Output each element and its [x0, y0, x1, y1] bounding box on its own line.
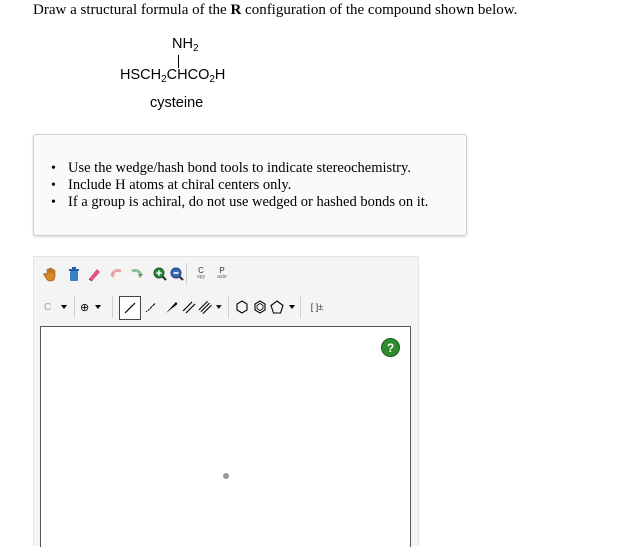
bracket-icon[interactable]: [ ]±	[306, 298, 328, 316]
double-bond-icon[interactable]	[180, 298, 198, 316]
eraser-icon[interactable]	[85, 265, 103, 283]
toolbar-divider	[300, 296, 301, 318]
charge-plus-icon[interactable]: ⊕	[80, 298, 108, 316]
cyclohexane-icon[interactable]	[251, 298, 269, 316]
toolbar-divider	[186, 263, 187, 285]
pentagon-icon[interactable]	[269, 298, 297, 316]
compound-name: cysteine	[150, 95, 204, 111]
canvas-point	[223, 473, 229, 479]
toolbar-divider	[228, 296, 229, 318]
atom-select[interactable]: C	[40, 298, 70, 316]
copy-icon[interactable]: C opy	[192, 265, 210, 283]
instruction-item: Include H atoms at chiral centers only.	[51, 177, 428, 194]
toolbar-divider	[112, 296, 113, 318]
zoom-in-icon[interactable]	[151, 265, 169, 283]
benzene-icon[interactable]	[233, 298, 251, 316]
hash-bond-icon[interactable]	[142, 298, 160, 316]
main-formula: HSCH2CHCO2H	[120, 67, 226, 85]
erase-icon[interactable]	[65, 265, 83, 283]
triple-bond-icon[interactable]	[198, 298, 224, 316]
compound-formula: NH2 HSCH2CHCO2H cysteine	[100, 34, 260, 124]
hand-icon[interactable]	[42, 265, 60, 283]
paste-icon[interactable]: P aste	[213, 265, 231, 283]
wedge-bond-icon[interactable]	[162, 298, 180, 316]
toolbar-divider	[74, 296, 75, 318]
drawing-canvas[interactable]: ?	[40, 326, 411, 547]
zoom-out-icon[interactable]	[168, 265, 186, 283]
single-bond-icon[interactable]	[119, 296, 141, 320]
instruction-item: If a group is achiral, do not use wedged…	[51, 194, 428, 211]
chevron-down-icon	[95, 305, 102, 309]
toolbar-row-2: C ⊕ []±	[34, 296, 418, 324]
toolbar-row-1: C opy P aste	[34, 263, 418, 291]
redo-icon[interactable]	[127, 265, 145, 283]
undo-icon[interactable]	[108, 265, 126, 283]
chevron-down-icon	[216, 305, 223, 309]
amino-group: NH2	[172, 36, 199, 54]
chevron-down-icon	[289, 305, 295, 309]
instruction-item: Use the wedge/hash bond tools to indicat…	[51, 160, 428, 177]
instructions-box: Use the wedge/hash bond tools to indicat…	[33, 134, 467, 236]
question-prefix: Draw a structural formula of the	[33, 2, 231, 18]
structure-editor: C opy P aste C ⊕ []± ?	[33, 256, 419, 547]
help-icon[interactable]: ?	[381, 338, 400, 357]
question-suffix: configuration of the compound shown belo…	[241, 2, 518, 18]
question-bold: R	[230, 2, 242, 18]
question-text: Draw a structural formula of the R confi…	[33, 2, 517, 19]
chevron-down-icon	[61, 305, 68, 309]
